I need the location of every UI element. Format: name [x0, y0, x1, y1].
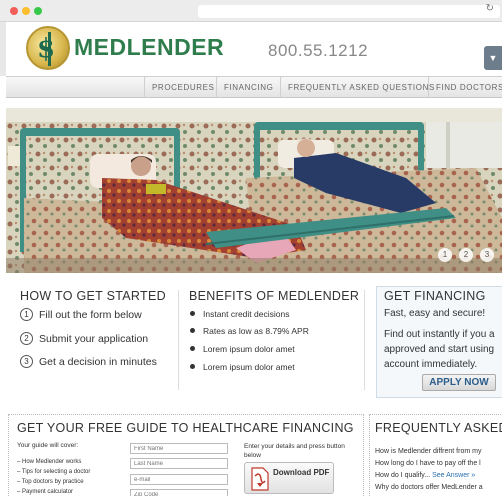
minimize-window-icon[interactable]	[22, 7, 30, 15]
get-started-title: HOW TO GET STARTED	[20, 289, 166, 303]
faq-question-text: How do I qualify...	[375, 472, 431, 479]
phone-number: 800.55.1212	[268, 41, 369, 60]
step-number: 3	[20, 355, 33, 368]
step-label: Get a decision in minutes	[39, 356, 157, 368]
benefits-title: BENEFITS OF MEDLENDER	[189, 289, 360, 303]
see-answer-link[interactable]: See Answer »	[432, 472, 475, 479]
apply-now-button[interactable]: APPLY NOW	[422, 374, 496, 391]
benefit-label: Instant credit decisions	[203, 309, 290, 319]
financing-description: Find out instantly if you a approved and…	[384, 327, 502, 372]
faq-question[interactable]: How do I qualify... See Answer »	[375, 472, 475, 479]
pdf-icon	[251, 467, 269, 491]
email-input[interactable]	[130, 474, 228, 485]
guide-tip: – Top doctors by practice	[17, 479, 84, 485]
benefit-label: Rates as low as 8.79% APR	[203, 326, 309, 336]
main-nav: PROCEDURES FINANCING FREQUENTLY ASKED QU…	[6, 76, 502, 98]
step-item: 3 Get a decision in minutes	[20, 355, 157, 368]
benefit-item: Instant credit decisions	[190, 309, 289, 319]
site-header: $ MEDLENDER 800.55.1212 ▼	[0, 22, 502, 76]
slide-dot-3[interactable]: 3	[480, 248, 494, 262]
last-name-input[interactable]	[130, 458, 228, 469]
nav-item-financing[interactable]: FINANCING	[216, 77, 273, 98]
close-window-icon[interactable]	[10, 7, 18, 15]
column-divider	[178, 290, 179, 390]
faq-question[interactable]: How long do I have to pay off the l	[375, 460, 481, 467]
financing-line: account immediately.	[384, 359, 478, 370]
slide-dot-2[interactable]: 2	[459, 248, 473, 262]
slide-dot-1[interactable]: 1	[438, 248, 452, 262]
step-label: Submit your application	[39, 333, 149, 345]
first-name-input[interactable]	[130, 443, 228, 454]
financing-line: approved and start using	[384, 344, 495, 355]
guide-title: GET YOUR FREE GUIDE TO HEALTHCARE FINANC…	[17, 421, 354, 435]
financing-line: Find out instantly if you a	[384, 329, 495, 340]
faq-question-text: Why do doctors offer MedLender a	[375, 484, 483, 491]
step-item: 1 Fill out the form below	[20, 308, 142, 321]
guide-instructions: Enter your details and press button belo…	[244, 443, 345, 459]
faq-question[interactable]: Why do doctors offer MedLender a	[375, 484, 483, 491]
benefit-label: Lorem ipsum dolor amet	[203, 362, 295, 372]
faq-question-text: How long do I have to pay off the l	[375, 460, 481, 467]
download-pdf-label: Download PDF	[273, 468, 330, 477]
step-item: 2 Submit your application	[20, 332, 148, 345]
hero-photo	[6, 108, 502, 273]
benefit-item: Lorem ipsum dolor amet	[190, 362, 295, 372]
nav-item-procedures[interactable]: PROCEDURES	[144, 77, 214, 98]
faq-question-text: How is Medlender diffrent from my	[375, 448, 482, 455]
address-bar[interactable]	[198, 5, 500, 18]
financing-tagline: Fast, easy and secure!	[384, 308, 486, 319]
faq-question[interactable]: How is Medlender diffrent from my	[375, 448, 481, 455]
zip-code-input[interactable]	[130, 489, 228, 496]
nav-item-find-doctors[interactable]: FIND DOCTORS	[428, 77, 502, 98]
download-pdf-button[interactable]: Download PDF	[244, 462, 334, 494]
faq-title: FREQUENTLY ASKED	[375, 421, 502, 435]
benefit-label: Lorem ipsum dolor amet	[203, 344, 295, 354]
benefit-item: Lorem ipsum dolor amet	[190, 344, 295, 354]
column-divider	[364, 290, 365, 390]
guide-intro: Your guide will cover:	[17, 442, 79, 449]
step-number: 2	[20, 332, 33, 345]
step-number: 1	[20, 308, 33, 321]
guide-tip: – Tips for selecting a doctor	[17, 469, 91, 475]
nav-item-faq[interactable]: FREQUENTLY ASKED QUESTIONS	[280, 77, 435, 98]
maximize-window-icon[interactable]	[34, 7, 42, 15]
guide-tip: – How Medlender works	[17, 459, 82, 465]
logo-caduceus-icon[interactable]: $	[26, 26, 70, 70]
brand-name[interactable]: MEDLENDER	[74, 34, 224, 61]
guide-tip: – Payment calculator	[17, 489, 74, 495]
browser-toolbar: ↻	[0, 0, 502, 22]
benefit-item: Rates as low as 8.79% APR	[190, 326, 309, 336]
reload-icon[interactable]: ↻	[486, 3, 494, 14]
financing-title: GET FINANCING	[384, 289, 486, 303]
step-label: Fill out the form below	[39, 309, 142, 321]
chevron-down-icon[interactable]: ▼	[484, 46, 502, 70]
